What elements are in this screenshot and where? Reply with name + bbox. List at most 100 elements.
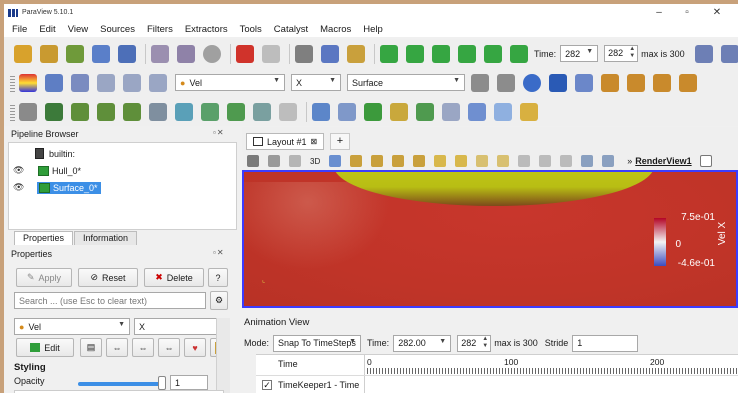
- toolbar-grip-icon[interactable]: [10, 73, 15, 92]
- properties-scrollbar[interactable]: [216, 318, 230, 393]
- color-legend-bar[interactable]: [654, 218, 666, 266]
- grow-selection-icon[interactable]: [518, 155, 531, 167]
- menu-catalyst[interactable]: Catalyst: [274, 24, 308, 35]
- save-state-icon[interactable]: [177, 44, 195, 63]
- properties-search-input[interactable]: Search ... (use Esc to clear text): [14, 292, 206, 309]
- maximize-view-icon[interactable]: [699, 155, 712, 167]
- contour-icon[interactable]: [45, 102, 63, 121]
- opacity-spinbox[interactable]: 1: [170, 375, 208, 390]
- extract-level-icon[interactable]: [279, 102, 297, 121]
- undo-icon[interactable]: [236, 44, 254, 63]
- spreadsheet-icon[interactable]: [442, 102, 460, 121]
- select-polygon-icon[interactable]: [413, 155, 426, 167]
- delete-button[interactable]: ✖ Delete: [144, 268, 204, 287]
- view-plus-y-icon[interactable]: [653, 73, 671, 92]
- render-view-3d[interactable]: 7.5e-01 0 -4.6e-01 Vel X ⌞: [242, 170, 738, 308]
- time-ruler[interactable]: [367, 368, 738, 374]
- edit-colormap-button[interactable]: Edit: [16, 338, 74, 357]
- track-visibility-checkbox[interactable]: ✓: [262, 380, 272, 390]
- add-layout-tab[interactable]: +: [330, 133, 350, 150]
- plot-data-icon[interactable]: [416, 102, 434, 121]
- help-button[interactable]: ?: [208, 268, 228, 287]
- coloring-component-combo[interactable]: X: [134, 318, 218, 335]
- disconnect-icon[interactable]: [118, 44, 136, 63]
- time-index-spinbox[interactable]: 282 ▲ ▼: [604, 45, 639, 62]
- ruler-view-icon[interactable]: [602, 155, 615, 167]
- settings-icon[interactable]: [347, 44, 365, 63]
- time-combo[interactable]: 282 ▼: [560, 45, 599, 62]
- undock-close-icons[interactable]: ▫✕: [213, 248, 225, 257]
- animation-mode-combo[interactable]: Snap To TimeSteps ▼: [273, 334, 362, 352]
- play-icon[interactable]: [432, 44, 450, 63]
- reset-camera-closest-icon[interactable]: [497, 73, 515, 92]
- stride-input[interactable]: 1: [572, 334, 639, 352]
- minimize-icon[interactable]: –: [646, 4, 672, 21]
- rescale-visible-icon[interactable]: [123, 73, 141, 92]
- track-name[interactable]: TimeKeeper1 - Time: [278, 380, 359, 390]
- toggle-3d-button[interactable]: 3D: [310, 157, 320, 166]
- view-minus-x-icon[interactable]: [627, 73, 645, 92]
- zoom-to-box-icon[interactable]: [549, 73, 567, 92]
- plot-over-line-icon[interactable]: [312, 102, 330, 121]
- view-chevron-icon[interactable]: »: [627, 156, 632, 166]
- zoom-data-icon[interactable]: [694, 44, 713, 63]
- threshold-icon[interactable]: [123, 102, 141, 121]
- next-frame-icon[interactable]: [458, 44, 476, 63]
- close-icon[interactable]: ⊠: [311, 137, 318, 146]
- opacity-slider-handle[interactable]: [158, 376, 166, 390]
- extract-subset-icon[interactable]: [149, 102, 167, 121]
- python-calculator-icon[interactable]: [468, 102, 486, 121]
- select-blocks-icon[interactable]: [434, 155, 447, 167]
- opacity-slider[interactable]: [78, 382, 166, 386]
- pipeline-item-builtin[interactable]: builtin:: [35, 146, 75, 161]
- calculator-icon[interactable]: [19, 102, 37, 121]
- group-datasets-icon[interactable]: [253, 102, 271, 121]
- menu-view[interactable]: View: [68, 24, 88, 35]
- menu-edit[interactable]: Edit: [39, 24, 55, 35]
- auto-apply-icon[interactable]: [203, 44, 221, 63]
- probe-location-icon[interactable]: [390, 102, 408, 121]
- undock-close-icons[interactable]: ▫✕: [213, 128, 225, 137]
- rescale-range-button[interactable]: ⇔: [106, 338, 128, 357]
- clear-selection-icon[interactable]: [560, 155, 573, 167]
- maximize-icon[interactable]: ▫: [674, 4, 700, 21]
- view-minus-y-icon[interactable]: [679, 73, 697, 92]
- last-frame-icon[interactable]: [484, 44, 502, 63]
- menu-tools[interactable]: Tools: [240, 24, 262, 35]
- select-frustum-icon[interactable]: [392, 155, 405, 167]
- menu-file[interactable]: File: [12, 24, 27, 35]
- tab-information[interactable]: Information: [74, 231, 138, 245]
- rescale-temporal-button[interactable]: ⇔: [158, 338, 180, 357]
- advanced-gear-button[interactable]: ⚙: [210, 291, 228, 310]
- apply-button[interactable]: ✎ Apply: [16, 268, 72, 287]
- reset-session-icon[interactable]: [295, 44, 313, 63]
- menu-macros[interactable]: Macros: [320, 24, 351, 35]
- redo-icon[interactable]: [262, 44, 280, 63]
- first-frame-icon[interactable]: [380, 44, 398, 63]
- find-data-icon[interactable]: [321, 44, 339, 63]
- interactive-select-icon[interactable]: [455, 155, 468, 167]
- menu-extractors[interactable]: Extractors: [185, 24, 228, 35]
- warp-vector-icon[interactable]: [227, 102, 245, 121]
- hover-cells-icon[interactable]: [497, 155, 510, 167]
- shrink-selection-icon[interactable]: [539, 155, 552, 167]
- split-horizontal-icon[interactable]: [247, 155, 259, 167]
- plot-selection-icon[interactable]: [338, 102, 356, 121]
- view-plus-x-icon[interactable]: [601, 73, 619, 92]
- pipeline-item-hull[interactable]: 👁 Hull_0*: [9, 163, 235, 178]
- python-script-icon[interactable]: [494, 102, 512, 121]
- eye-icon[interactable]: 👁: [13, 182, 24, 193]
- view-zoom-icon[interactable]: [329, 155, 342, 167]
- open-recent-icon[interactable]: [40, 44, 58, 63]
- menu-filters[interactable]: Filters: [147, 24, 173, 35]
- previous-frame-icon[interactable]: [406, 44, 424, 63]
- coloring-array-combo[interactable]: ● Vel ▼: [14, 318, 130, 335]
- reset-camera-icon[interactable]: [471, 73, 489, 92]
- custom-range-icon[interactable]: [97, 73, 115, 92]
- rescale-temporal-icon[interactable]: [149, 73, 167, 92]
- toggle-color-legend-icon[interactable]: [19, 73, 37, 92]
- animation-time-combo[interactable]: 282.00 ▼: [393, 334, 452, 352]
- pipeline-item-surface[interactable]: 👁 Surface_0*: [9, 180, 235, 195]
- spin-arrows-icon[interactable]: ▲ ▼: [482, 336, 488, 350]
- stream-tracer-icon[interactable]: [201, 102, 219, 121]
